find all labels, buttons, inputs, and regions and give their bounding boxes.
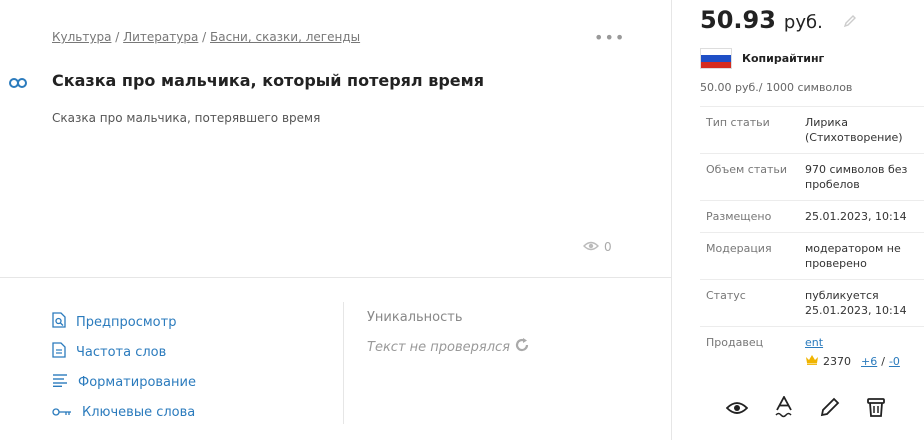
actions-list: Предпросмотр Частота слов Форматирование… <box>52 307 196 427</box>
seller-rating: 2370 +6 / -0 <box>805 354 924 369</box>
seller-value: ent 2370 +6 / -0 <box>805 335 924 369</box>
edit-icon[interactable] <box>820 397 840 421</box>
info-value: Лирика (Стихотворение) <box>805 116 903 144</box>
price-value: 50.93 <box>700 6 776 34</box>
divider <box>0 277 671 278</box>
preview-label: Предпросмотр <box>76 314 177 330</box>
info-key: Объем статьи <box>706 163 788 176</box>
info-key: Тип статьи <box>706 116 770 129</box>
article-title: Сказка про мальчика, который потерял вре… <box>52 71 484 90</box>
order-sidebar: 50.93 руб. Копирайтинг 50.00 руб./ 1000 … <box>671 0 924 440</box>
breadcrumb-item-fables[interactable]: Басни, сказки, легенды <box>210 30 360 44</box>
uniqueness-status-text: Текст не проверялся <box>367 339 510 355</box>
key-icon <box>52 405 72 420</box>
document-icon <box>52 342 66 362</box>
preview-icon <box>52 312 66 332</box>
breadcrumb-separator: / <box>111 30 124 44</box>
preview-button[interactable]: Предпросмотр <box>52 307 196 337</box>
uniqueness-label: Уникальность <box>367 310 463 325</box>
link-icon[interactable] <box>8 74 28 93</box>
negative-reviews-link[interactable]: -0 <box>889 354 900 369</box>
breadcrumb-separator: / <box>198 30 211 44</box>
seller-row: Продавец ent 2370 +6 / -0 <box>700 326 924 377</box>
price-unit: руб. <box>783 12 823 33</box>
info-value: модератором не проверено <box>805 242 901 270</box>
breadcrumb-item-literature[interactable]: Литература <box>123 30 198 44</box>
info-row: Размещено 25.01.2023, 10:14 <box>700 200 924 232</box>
refresh-icon[interactable] <box>514 337 530 357</box>
toolbar <box>725 395 886 422</box>
rating-value: 2370 <box>823 355 851 368</box>
info-row: Тип статьи Лирика (Стихотворение) <box>700 106 924 153</box>
seller-link[interactable]: ent <box>805 336 823 349</box>
keywords-button[interactable]: Ключевые слова <box>52 397 196 427</box>
edit-price-icon[interactable] <box>843 13 857 32</box>
crown-icon <box>805 354 819 369</box>
keywords-label: Ключевые слова <box>82 404 196 420</box>
formatting-button[interactable]: Форматирование <box>52 367 196 397</box>
info-key: Размещено <box>706 210 772 223</box>
breadcrumb-item-culture[interactable]: Культура <box>52 30 111 44</box>
info-value: публикуется 25.01.2023, 10:14 <box>805 289 907 317</box>
info-row: Объем статьи 970 символов без пробелов <box>700 153 924 200</box>
view-icon[interactable] <box>725 400 749 419</box>
views-counter: 0 <box>583 240 612 254</box>
rate-label: 50.00 руб./ 1000 символов <box>700 81 853 94</box>
article-panel: Культура / Литература / Басни, сказки, л… <box>0 0 671 440</box>
russia-flag-icon <box>700 48 732 69</box>
eye-icon <box>583 240 599 254</box>
word-frequency-label: Частота слов <box>76 344 167 360</box>
views-count: 0 <box>604 240 612 254</box>
seller-key: Продавец <box>706 336 764 349</box>
info-value: 25.01.2023, 10:14 <box>805 210 907 223</box>
info-key: Статус <box>706 289 746 302</box>
word-frequency-button[interactable]: Частота слов <box>52 337 196 367</box>
positive-reviews-link[interactable]: +6 <box>861 354 877 369</box>
uniqueness-status[interactable]: Текст не проверялся <box>367 337 530 357</box>
more-options-button[interactable]: ••• <box>594 28 625 47</box>
info-row: Статус публикуется 25.01.2023, 10:14 <box>700 279 924 326</box>
formatting-label: Форматирование <box>78 374 196 390</box>
format-icon <box>52 373 68 391</box>
trash-icon[interactable] <box>866 396 886 422</box>
info-key: Модерация <box>706 242 772 255</box>
article-subtitle: Сказка про мальчика, потерявшего время <box>52 111 321 125</box>
rating-separator: / <box>881 355 885 368</box>
price: 50.93 руб. <box>700 6 857 34</box>
vertical-divider <box>343 302 344 424</box>
text-check-icon[interactable] <box>774 395 794 422</box>
info-row: Модерация модератором не проверено <box>700 232 924 279</box>
info-value: 970 символов без пробелов <box>805 163 908 191</box>
breadcrumb: Культура / Литература / Басни, сказки, л… <box>52 30 360 44</box>
tariff-label: Копирайтинг <box>742 52 825 65</box>
info-table: Тип статьи Лирика (Стихотворение) Объем … <box>700 106 924 377</box>
